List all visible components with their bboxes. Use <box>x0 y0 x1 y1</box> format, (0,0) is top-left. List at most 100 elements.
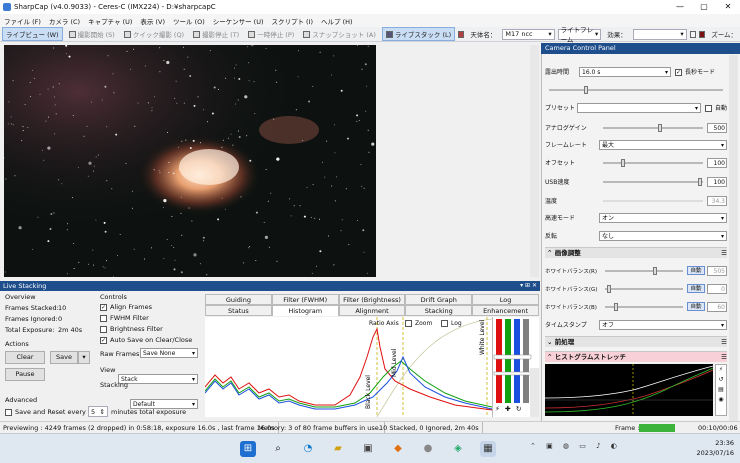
undo-icon[interactable]: ↺ <box>716 375 726 385</box>
stop-capture-button[interactable]: 撮影停止 (T) <box>190 28 242 40</box>
clock-time[interactable]: 23:36 <box>700 439 734 447</box>
stacking-select[interactable]: Default <box>130 399 198 409</box>
gain-value[interactable]: 500 <box>707 122 727 133</box>
tab-enhancement[interactable]: Enhancement <box>472 305 539 316</box>
tab-stacking[interactable]: Stacking <box>405 305 473 316</box>
clock-date[interactable]: 2023/07/16 <box>690 449 734 457</box>
slider-handle[interactable] <box>614 302 619 311</box>
app-icon[interactable]: ◈ <box>450 441 466 457</box>
menu-tools[interactable]: ツール (O) <box>169 16 209 26</box>
app-icon[interactable]: ● <box>420 441 436 457</box>
search-icon[interactable]: ⌕ <box>270 441 286 457</box>
sharpcap-taskbar-icon[interactable]: ▦ <box>480 441 496 457</box>
quick-capture-button[interactable]: クイック撮影 (Q) <box>121 28 187 40</box>
wb-red-auto-button[interactable]: 自動 <box>687 266 705 275</box>
stack-histogram[interactable]: Black Level Mid Level White Level Ratio … <box>205 317 492 417</box>
framerate-select[interactable]: 最大 <box>599 139 727 150</box>
wb-red-slider[interactable] <box>605 266 683 275</box>
save-button[interactable]: Save <box>50 351 78 364</box>
camera-image[interactable] <box>4 45 376 277</box>
menu-camera[interactable]: カメラ (C) <box>45 16 84 26</box>
edge-icon[interactable]: ◔ <box>300 441 316 457</box>
start-icon[interactable]: ⊞ <box>240 441 256 457</box>
slider-handle[interactable] <box>583 85 588 94</box>
wb-red-value[interactable]: 505 <box>707 265 727 276</box>
wb-green-slider[interactable] <box>605 284 683 293</box>
histogram-stretch-section[interactable]: ⌃ ヒストグラムストレッチ ☰ <box>545 351 727 362</box>
panel-controls[interactable]: ▾ ⊞ ✕ <box>514 281 540 291</box>
preset-auto-checkbox[interactable]: 自動 <box>704 103 727 112</box>
menu-view[interactable]: 表示 (V) <box>136 16 169 26</box>
raw-frames-select[interactable]: Save None <box>140 348 198 358</box>
offset-value[interactable]: 100 <box>707 157 727 168</box>
long-mode-checkbox[interactable]: ✓ 長秒モード <box>675 67 715 76</box>
image-adjust-section[interactable]: ⌃ 画像調整 ☰ <box>545 247 727 258</box>
tab-alignment[interactable]: Alignment <box>338 305 406 316</box>
exposure-slider[interactable] <box>549 85 723 94</box>
usb-slider[interactable] <box>603 177 703 186</box>
highspeed-select[interactable]: オン <box>599 212 727 223</box>
menu-sequencer[interactable]: シーケンサー (U) <box>209 16 268 26</box>
close-button[interactable]: ✕ <box>716 0 740 14</box>
view-select[interactable]: Stack <box>118 374 198 384</box>
camera-panel-scrollbar[interactable] <box>729 55 738 421</box>
maximize-button[interactable]: ▢ <box>692 0 716 14</box>
menu-capture[interactable]: キャプチャ (U) <box>84 16 136 26</box>
reset-icon[interactable]: ◉ <box>716 395 726 405</box>
color-swatch-red[interactable] <box>698 30 706 38</box>
brightness-filter-checkbox[interactable]: Brightness Filter <box>100 325 163 333</box>
slider-handle[interactable] <box>658 123 662 132</box>
minimize-button[interactable]: — <box>668 0 692 14</box>
tab-histogram[interactable]: Histogram <box>271 305 339 316</box>
level-tool-icons[interactable]: ⚡✚↻ <box>495 405 527 413</box>
frame-type-select[interactable]: ライトフレーム ▾ <box>557 26 602 44</box>
save-reset-checkbox[interactable]: Save and Reset every <box>5 408 86 416</box>
live-stack-scrollbar[interactable] <box>530 368 539 417</box>
explorer-icon[interactable]: ▰ <box>330 441 346 457</box>
timestamp-select[interactable]: オフ <box>599 319 727 330</box>
effect-select[interactable]: ▾ <box>632 28 687 40</box>
slider-handle[interactable] <box>653 266 658 275</box>
tab-status[interactable]: Status <box>205 305 272 316</box>
preset-select[interactable] <box>577 102 701 113</box>
save-icon[interactable]: ▤ <box>716 385 726 395</box>
pause-stacking-button[interactable]: Pause <box>5 368 45 381</box>
wb-blue-auto-button[interactable]: 自動 <box>687 302 705 311</box>
gain-slider[interactable] <box>603 123 703 132</box>
fwhm-filter-checkbox[interactable]: FWHM Filter <box>100 314 149 322</box>
tab-filter-brightness[interactable]: Filter (Brightness) <box>338 294 406 305</box>
clear-button[interactable]: Clear <box>5 351 45 364</box>
stretch-histogram[interactable] <box>544 364 714 416</box>
preprocess-section[interactable]: ⌄ 前処理 ☰ <box>545 336 727 347</box>
wb-green-auto-button[interactable]: 自動 <box>687 284 705 293</box>
menu-help[interactable]: ヘルプ (H) <box>317 16 357 26</box>
align-frames-checkbox[interactable]: ✓ Align Frames <box>100 303 152 311</box>
flip-select[interactable]: なし <box>599 230 727 241</box>
wb-blue-slider[interactable] <box>605 302 683 311</box>
app-icon[interactable]: ◆ <box>390 441 406 457</box>
live-stack-button[interactable]: ライブスタック (L) <box>381 27 456 41</box>
exposure-select[interactable]: 16.0 s <box>579 66 671 77</box>
autosave-checkbox[interactable]: ✓ Auto Save on Clear/Close <box>100 336 192 344</box>
menu-icon[interactable]: ☰ <box>721 352 727 362</box>
tab-guiding[interactable]: Guiding <box>205 294 272 305</box>
menu-icon[interactable]: ☰ <box>721 248 727 258</box>
lightning-icon[interactable]: ⚡ <box>716 365 726 375</box>
color-swatch-white[interactable] <box>689 30 696 38</box>
log-checkbox[interactable]: Log <box>441 320 462 327</box>
usb-value[interactable]: 100 <box>707 176 727 187</box>
snapshot-button[interactable]: スナップショット (A) <box>300 28 379 40</box>
offset-slider[interactable] <box>603 158 703 167</box>
start-capture-button[interactable]: 撮影開始 (S) <box>66 28 118 40</box>
menu-scripting[interactable]: スクリプト (I) <box>267 16 317 26</box>
menu-file[interactable]: ファイル (F) <box>0 16 45 26</box>
live-view-button[interactable]: ライブビュー (W) <box>2 27 63 41</box>
wb-blue-value[interactable]: 60 <box>707 301 727 312</box>
menu-icon[interactable]: ☰ <box>721 337 727 347</box>
save-reset-interval-input[interactable]: 5 ⇕ <box>88 406 108 417</box>
slider-handle[interactable] <box>606 284 611 293</box>
image-scrollbar[interactable] <box>530 45 539 277</box>
store-icon[interactable]: ▣ <box>360 441 376 457</box>
zoom-checkbox[interactable]: Zoom <box>405 320 432 327</box>
save-dropdown-button[interactable]: ▾ <box>78 351 90 364</box>
